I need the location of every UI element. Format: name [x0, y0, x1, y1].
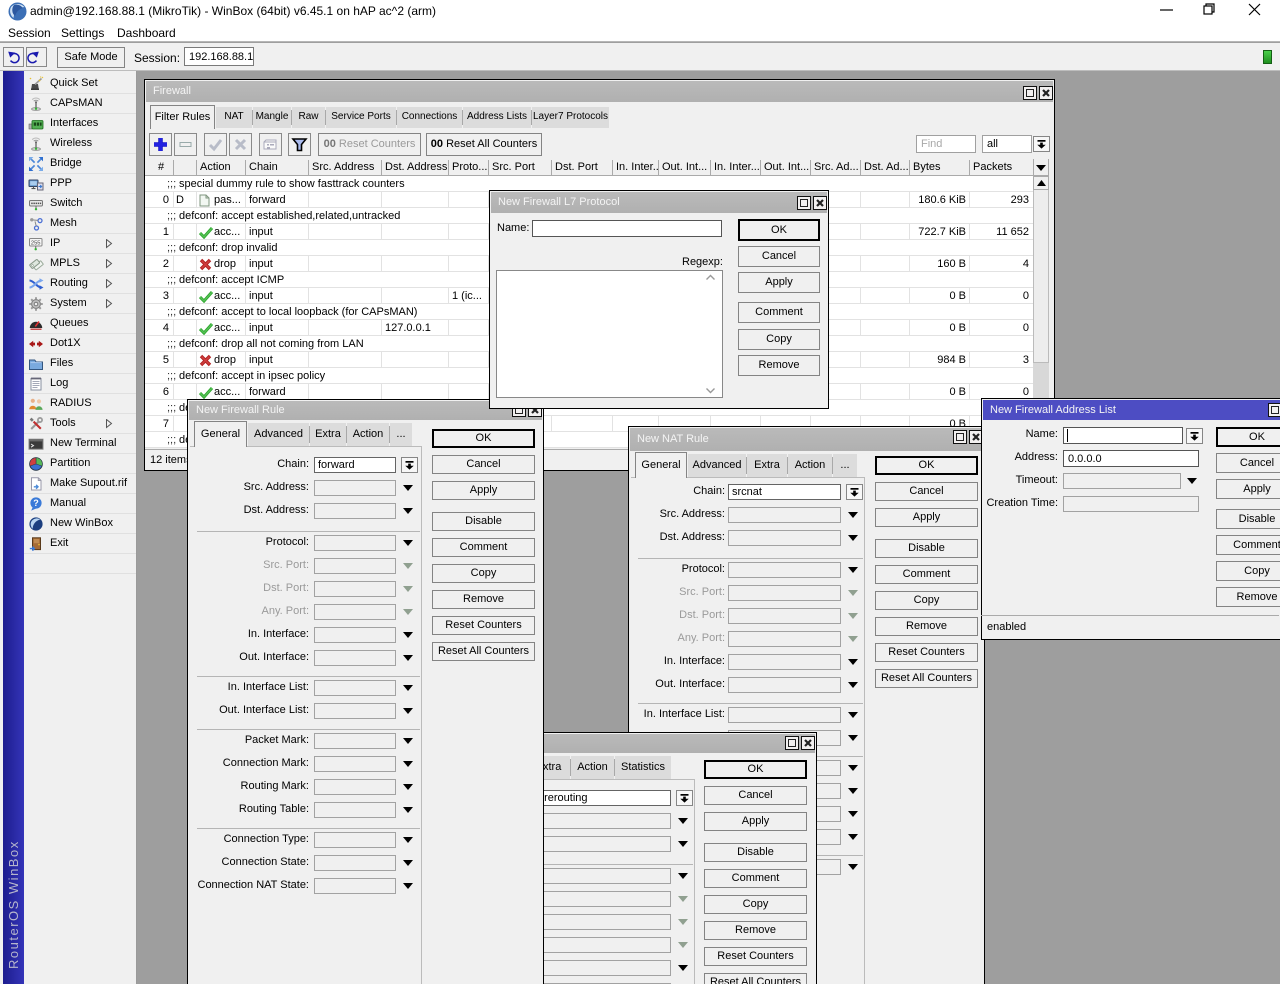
svg-text:?: ? — [33, 498, 39, 508]
svg-text:255: 255 — [31, 240, 41, 246]
